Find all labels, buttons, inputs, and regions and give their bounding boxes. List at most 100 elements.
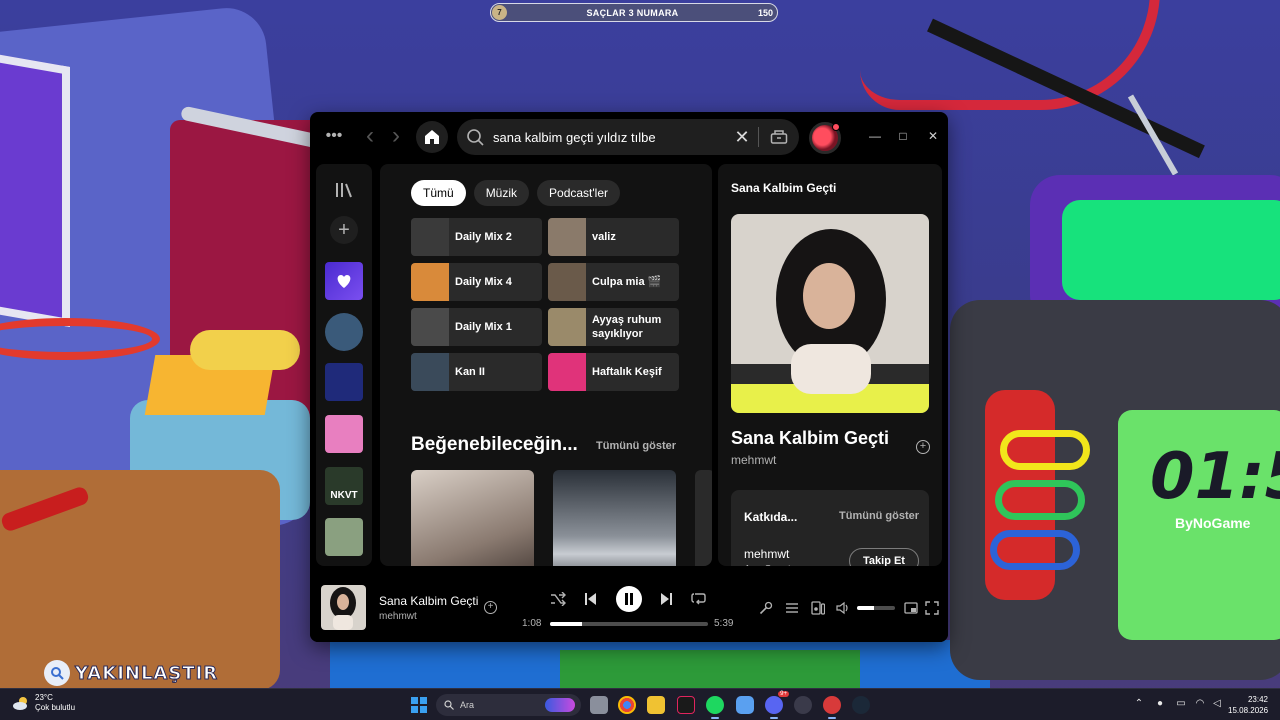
track-title[interactable]: Sana Kalbim Geçti [731, 428, 889, 449]
home-button[interactable] [416, 121, 448, 153]
shortcut-label: Culpa mia 🎬 [592, 275, 662, 288]
recommendation-card[interactable] [695, 470, 712, 566]
shortcut-card[interactable]: Daily Mix 1 [411, 308, 542, 346]
miniplayer-button[interactable] [903, 600, 919, 616]
repeat-icon [691, 593, 706, 605]
discord-icon[interactable]: 9+ [765, 691, 789, 719]
library-item-playlist-3[interactable] [325, 415, 363, 453]
clear-search-button[interactable]: ✕ [726, 127, 758, 148]
close-button[interactable]: ✕ [925, 129, 941, 143]
clock-time: 23:42 [1247, 695, 1268, 704]
tv-screen [1062, 200, 1280, 300]
shortcut-thumb [548, 218, 586, 256]
green-wire [995, 480, 1085, 520]
volume-button[interactable] [835, 600, 851, 616]
player-track-artist[interactable]: mehmwt [379, 611, 417, 622]
zoom-button[interactable]: YAKINLAŞTIR [44, 660, 218, 686]
shuffle-button[interactable] [548, 589, 568, 609]
maximize-button[interactable]: □ [895, 129, 911, 143]
section-title: Beğenebileceğin... [411, 434, 578, 455]
repeat-button[interactable] [689, 589, 709, 609]
microphone-icon[interactable]: ● [1153, 698, 1167, 709]
chip-podcasts[interactable]: Podcast'ler [537, 180, 621, 206]
shortcut-card[interactable]: Daily Mix 2 [411, 218, 542, 256]
credit-artist-name[interactable]: mehmwt [744, 547, 789, 561]
chip-all[interactable]: Tümü [411, 180, 466, 206]
player-cover[interactable] [321, 585, 366, 630]
discord-badge: 9+ [778, 691, 789, 697]
browse-button[interactable] [759, 129, 799, 145]
pause-button[interactable] [616, 586, 642, 612]
shortcut-label: Daily Mix 1 [455, 320, 512, 333]
start-button[interactable] [411, 697, 427, 713]
connect-device-button[interactable] [810, 600, 826, 616]
credits-show-all-link[interactable]: Tümünü göster [839, 510, 919, 522]
library-item-liked-songs[interactable] [325, 262, 363, 300]
shortcut-card[interactable]: Culpa mia 🎬 [548, 263, 679, 301]
spotify-icon[interactable] [706, 696, 724, 719]
show-all-link[interactable]: Tümünü göster [596, 440, 676, 452]
search-bar[interactable]: sana kalbim geçti yıldız tılbe ✕ [457, 119, 799, 155]
skip-back-icon [585, 593, 596, 605]
library-icon[interactable] [334, 180, 354, 200]
shortcut-grid: Daily Mix 2 valiz Daily Mix 4 Culpa mia … [411, 218, 681, 391]
progress-bar[interactable] [550, 622, 708, 626]
system-clock[interactable]: 23:42 15.08.2026 [1228, 694, 1268, 716]
recommendation-card[interactable] [553, 470, 676, 566]
library-item-playlist-5[interactable] [325, 518, 363, 556]
queue-icon [786, 603, 798, 613]
search-input[interactable]: sana kalbim geçti yıldız tılbe [493, 130, 726, 145]
steam-icon[interactable] [852, 696, 870, 714]
track-artist[interactable]: mehmwt [731, 453, 776, 467]
capcut-icon[interactable] [677, 696, 695, 714]
fullscreen-icon [925, 601, 939, 615]
chip-music[interactable]: Müzik [473, 180, 530, 206]
store-icon[interactable] [736, 696, 754, 714]
shortcut-card[interactable]: Kan II [411, 353, 542, 391]
task-view-icon[interactable] [590, 696, 608, 714]
recommendation-card[interactable] [411, 470, 534, 566]
skip-forward-icon [661, 593, 672, 605]
queue-button[interactable] [784, 600, 800, 616]
add-to-library-button[interactable]: + [916, 440, 930, 454]
shortcut-label: Ayyaş ruhum sayıklıyor [592, 313, 662, 340]
library-item-playlist-1[interactable] [325, 313, 363, 351]
weather-widget[interactable]: 23°C Çok bulutlu [12, 693, 75, 713]
game-launcher-icon[interactable] [794, 696, 812, 714]
profile-avatar[interactable] [809, 122, 841, 154]
taskbar-search[interactable]: Ara [436, 694, 581, 716]
volume-slider[interactable] [857, 606, 895, 610]
coin-count: 150 [757, 7, 773, 18]
library-item-playlist-2[interactable] [325, 363, 363, 401]
tray-overflow-icon[interactable]: ⌃ [1132, 698, 1146, 709]
file-explorer-icon[interactable] [647, 696, 665, 714]
fullscreen-button[interactable] [924, 600, 940, 616]
display-icon[interactable]: ▭ [1174, 698, 1188, 709]
next-button[interactable] [657, 589, 677, 609]
player-track-title[interactable]: Sana Kalbim Geçti [379, 594, 478, 608]
previous-button[interactable] [580, 589, 600, 609]
player-add-button[interactable]: + [484, 601, 497, 614]
weather-condition: Çok bulutlu [35, 703, 76, 712]
follow-button[interactable]: Takip Et [849, 548, 919, 566]
credit-artist-role: Ana Sanatçı [744, 564, 798, 566]
shortcut-card[interactable]: Daily Mix 4 [411, 263, 542, 301]
network-icon[interactable]: ◠ [1193, 698, 1207, 709]
taskbar-search-placeholder: Ara [460, 700, 475, 710]
shortcut-card[interactable]: Haftalık Keşif [548, 353, 679, 391]
library-item-playlist-4[interactable]: NKVT [325, 467, 363, 505]
mic-button[interactable] [758, 600, 774, 616]
create-playlist-button[interactable]: + [330, 216, 358, 244]
chrome-icon[interactable] [618, 696, 636, 714]
back-button[interactable]: ‹ [362, 122, 378, 149]
shortcut-card[interactable]: Ayyaş ruhum sayıklıyor [548, 308, 679, 346]
minimize-button[interactable]: — [867, 129, 883, 143]
volume-icon [836, 601, 848, 615]
heart-icon [337, 275, 351, 288]
shortcut-card[interactable]: valiz [548, 218, 679, 256]
game-icon[interactable] [823, 696, 841, 719]
speaker-icon[interactable]: ◁ [1210, 698, 1224, 709]
forward-button[interactable]: › [388, 122, 404, 149]
shortcut-thumb [411, 263, 449, 301]
menu-button[interactable]: ••• [324, 127, 344, 144]
